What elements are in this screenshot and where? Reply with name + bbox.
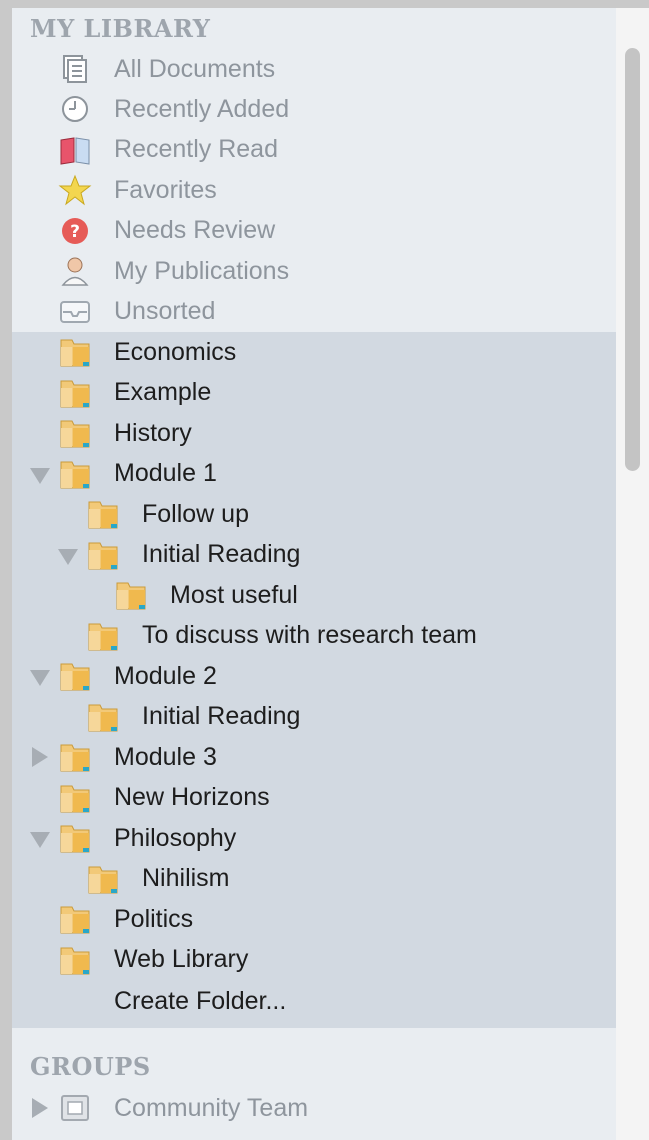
svg-text:?: ?: [70, 222, 80, 242]
inbox-icon: [58, 294, 92, 328]
folder-icon: [114, 578, 148, 612]
groups-heading: GROUPS: [30, 1052, 151, 1081]
group-item[interactable]: Community Team: [0, 1088, 600, 1128]
folder-icon: [58, 740, 92, 774]
folder-item[interactable]: Module 2: [0, 656, 600, 696]
folder-icon: [58, 821, 92, 855]
folder-item[interactable]: Nihilism: [0, 859, 600, 899]
library-item-recently-added[interactable]: Recently Added: [0, 89, 600, 129]
folder-label: Economics: [114, 337, 237, 366]
folder-icon: [58, 943, 92, 977]
disclosure-expanded-icon[interactable]: [30, 467, 50, 484]
folder-label: Most useful: [170, 580, 298, 609]
folder-label: Initial Reading: [142, 702, 301, 730]
folder-label: Nihilism: [142, 864, 230, 892]
open-book-icon: [58, 133, 92, 167]
folder-label: Example: [114, 378, 212, 406]
folder-label: Module 2: [114, 661, 217, 690]
folder-item[interactable]: Politics: [0, 899, 600, 939]
scrollbar-thumb[interactable]: [625, 48, 640, 471]
library-item-unsorted[interactable]: Unsorted: [0, 291, 600, 331]
group-label: Community Team: [114, 1093, 309, 1122]
folder-item[interactable]: Web Library: [0, 940, 600, 980]
person-icon: [58, 254, 92, 288]
library-item-all-documents[interactable]: All Documents: [0, 49, 600, 89]
disclosure-expanded-icon[interactable]: [58, 548, 78, 565]
folder-label: Follow up: [142, 499, 249, 528]
create-folder-label: Create Folder...: [114, 986, 287, 1015]
library-item-label: My Publications: [114, 256, 290, 285]
clock-icon: [58, 92, 92, 126]
disclosure-expanded-icon[interactable]: [30, 832, 50, 848]
library-item-label: Unsorted: [114, 296, 216, 325]
library-item-needs-review[interactable]: ? Needs Review: [0, 211, 600, 251]
folder-label: Web Library: [114, 945, 249, 973]
folder-item[interactable]: New Horizons: [0, 778, 600, 818]
folder-item[interactable]: Initial Reading: [0, 697, 600, 737]
question-icon: ?: [58, 214, 92, 248]
disclosure-collapsed-icon[interactable]: [32, 1098, 48, 1118]
create-folder-link[interactable]: Create Folder...: [114, 981, 286, 1021]
folder-item[interactable]: Initial Reading: [0, 535, 600, 575]
star-icon: [58, 173, 92, 207]
disclosure-expanded-icon[interactable]: [30, 670, 50, 686]
library-item-my-publications[interactable]: My Publications: [0, 251, 600, 291]
folder-icon: [58, 335, 92, 369]
folder-label: Philosophy: [114, 823, 237, 852]
folder-item[interactable]: Example: [0, 373, 600, 413]
library-item-label: Recently Read: [114, 135, 278, 164]
folder-label: New Horizons: [114, 783, 270, 811]
folder-label: Initial Reading: [142, 540, 301, 568]
folder-item[interactable]: Economics: [0, 332, 600, 372]
folder-item[interactable]: To discuss with research team: [0, 616, 600, 656]
folder-icon: [58, 416, 92, 450]
folder-label: Module 3: [114, 742, 217, 771]
folder-item[interactable]: Philosophy: [0, 818, 600, 858]
folder-icon: [58, 659, 92, 693]
disclosure-collapsed-icon[interactable]: [32, 747, 48, 767]
folder-label: Module 1: [114, 459, 217, 487]
folder-label: To discuss with research team: [142, 621, 477, 649]
folder-item[interactable]: History: [0, 413, 600, 453]
folder-item[interactable]: Module 3: [0, 737, 600, 777]
folder-label: History: [114, 418, 192, 447]
folder-icon: [58, 902, 92, 936]
folder-icon: [58, 781, 92, 815]
library-item-recently-read[interactable]: Recently Read: [0, 130, 600, 170]
library-item-label: Recently Added: [114, 94, 290, 123]
folder-icon: [86, 700, 120, 734]
my-library-heading: MY LIBRARY: [30, 14, 211, 43]
group-icon: [58, 1091, 92, 1125]
folder-icon: [86, 619, 120, 653]
library-item-label: All Documents: [114, 54, 276, 83]
folder-item[interactable]: Module 1: [0, 454, 600, 494]
folder-label: Politics: [114, 904, 194, 933]
folder-icon: [86, 538, 120, 572]
folder-item[interactable]: Most useful: [0, 575, 600, 615]
library-item-label: Needs Review: [114, 216, 276, 245]
folder-icon: [58, 376, 92, 410]
folder-icon: [58, 457, 92, 491]
library-item-favorites[interactable]: Favorites: [0, 170, 600, 210]
folder-icon: [86, 497, 120, 531]
folder-item[interactable]: Follow up: [0, 494, 600, 534]
folder-icon: [86, 862, 120, 896]
library-item-label: Favorites: [114, 175, 217, 204]
documents-icon: [58, 52, 92, 86]
